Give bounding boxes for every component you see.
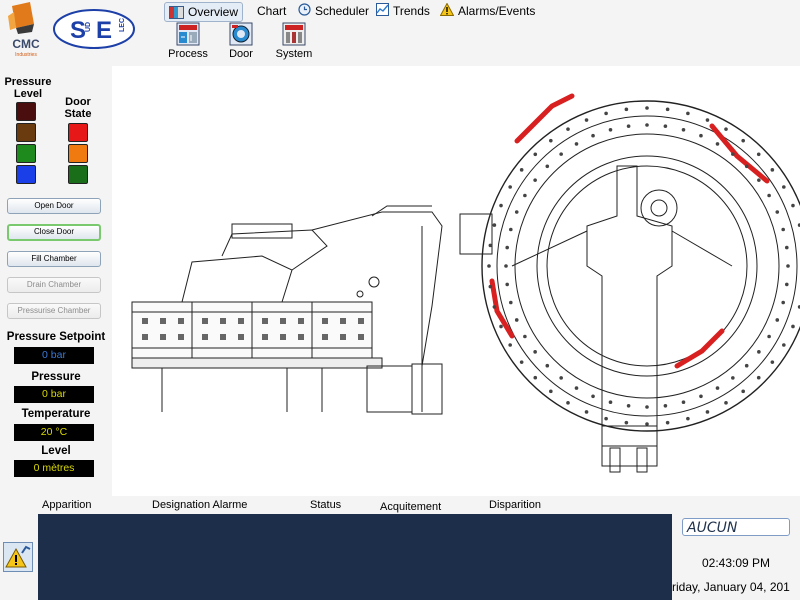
pressure-label: Pressure — [31, 371, 81, 383]
door-state-lamp — [68, 123, 88, 142]
alarm-status-box: AUCUN — [682, 518, 790, 536]
door-view-button[interactable]: Door — [218, 22, 264, 64]
pressure-level-lamp — [16, 102, 36, 121]
temperature-value: 20 °C — [14, 424, 94, 441]
subview-label: Door — [229, 48, 253, 60]
trends-icon — [376, 3, 389, 19]
chamber-schematic — [131, 93, 800, 473]
chamber-drawing — [112, 66, 800, 496]
door-state-lamp — [68, 165, 88, 184]
temperature-label: Temperature — [21, 408, 91, 420]
level-label: Level — [41, 445, 71, 457]
close-door-button[interactable]: Close Door — [7, 224, 101, 241]
tab-scheduler[interactable]: Scheduler — [298, 2, 369, 20]
svg-text:LEC: LEC — [119, 18, 126, 32]
warning-icon — [439, 2, 455, 19]
door-state-lamp — [68, 144, 88, 163]
system-icon — [282, 22, 306, 46]
alarm-list[interactable] — [38, 514, 672, 600]
process-icon — [176, 22, 200, 46]
sudelec-logo: S UD E LEC — [52, 8, 136, 50]
acknowledge-warning-icon[interactable] — [3, 542, 33, 572]
process-view-button[interactable]: Process — [165, 22, 211, 64]
column-header-status[interactable]: Status — [310, 499, 341, 511]
tab-trends[interactable]: Trends — [376, 2, 430, 20]
tab-label: Alarms/Events — [458, 4, 536, 18]
pressure-level-lamp — [16, 165, 36, 184]
open-door-button[interactable]: Open Door — [7, 198, 101, 214]
svg-text:UD: UD — [85, 22, 92, 32]
tab-chart[interactable]: Chart — [257, 2, 286, 20]
pressure-level-lamp — [16, 123, 36, 142]
drain-chamber-button[interactable]: Drain Chamber — [7, 277, 101, 293]
tab-alarms-events[interactable]: Alarms/Events — [439, 2, 536, 20]
column-header-acquitement[interactable]: Acquitement — [380, 501, 441, 513]
clock-date: riday, January 04, 201 — [672, 580, 790, 594]
tab-label: Trends — [393, 4, 430, 18]
svg-text:Industries: Industries — [15, 52, 37, 58]
subview-label: Process — [168, 48, 208, 60]
fill-chamber-button[interactable]: Fill Chamber — [7, 251, 101, 267]
pressure-level-lamp — [16, 144, 36, 163]
column-header-apparition[interactable]: Apparition — [42, 499, 92, 511]
overview-icon — [169, 5, 184, 19]
door-state-label: Door State — [64, 96, 92, 120]
tab-label: Overview — [188, 5, 239, 19]
clock-icon — [298, 3, 311, 19]
tab-label: Chart — [257, 4, 287, 18]
pressure-setpoint-label: Pressure Setpoint — [6, 331, 106, 343]
pressurise-chamber-button[interactable]: Pressurise Chamber — [7, 303, 101, 319]
system-view-button[interactable]: System — [271, 22, 317, 64]
subview-label: System — [275, 48, 313, 60]
column-header-disparition[interactable]: Disparition — [489, 499, 541, 511]
door-icon — [229, 22, 253, 46]
cmc-logo: CMC Industries — [4, 2, 50, 60]
tab-label: Scheduler — [315, 4, 370, 18]
clock-time: 02:43:09 PM — [701, 556, 771, 570]
svg-text:CMC: CMC — [12, 37, 40, 51]
pressure-setpoint-field[interactable]: 0 bar — [14, 347, 94, 364]
level-value: 0 mètres — [14, 460, 94, 477]
column-header-designation[interactable]: Designation Alarme — [152, 499, 247, 511]
tab-overview[interactable]: Overview — [164, 2, 244, 22]
svg-text:S: S — [70, 17, 86, 44]
svg-text:E: E — [96, 17, 112, 44]
pressure-value: 0 bar — [14, 386, 94, 403]
pressure-level-label: Pressure Level — [4, 76, 52, 100]
